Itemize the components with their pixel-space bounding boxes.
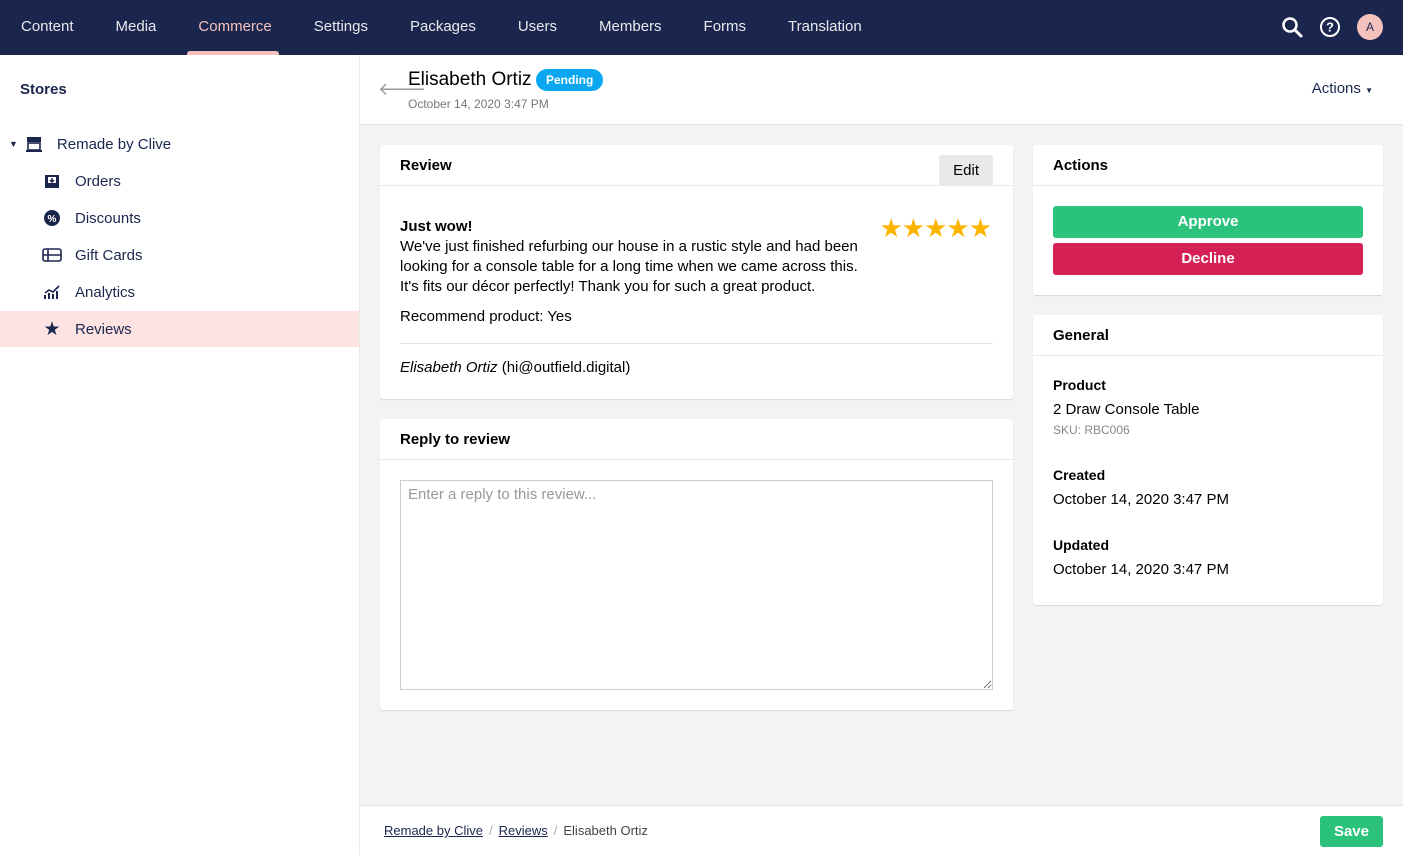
review-author: Elisabeth Ortiz — [400, 359, 498, 376]
recommend-text: Recommend product: Yes — [400, 308, 572, 325]
inbox-icon — [42, 173, 62, 189]
actions-card: Actions Approve Decline — [1033, 145, 1383, 295]
breadcrumb-store[interactable]: Remade by Clive — [384, 823, 483, 838]
nav-commerce[interactable]: Commerce — [177, 0, 292, 55]
reply-card: Reply to review — [380, 419, 1013, 710]
divider — [400, 343, 993, 344]
reply-textarea[interactable] — [400, 480, 993, 690]
nav-translation[interactable]: Translation — [767, 0, 883, 55]
page-header: 🡐 Elisabeth Ortiz Pending October 14, 20… — [360, 55, 1403, 125]
page-title: Elisabeth Ortiz — [408, 69, 532, 90]
sidebar-item-label: Discounts — [75, 209, 141, 227]
top-nav: Content Media Commerce Settings Packages… — [0, 0, 1403, 55]
nav-packages[interactable]: Packages — [389, 0, 497, 55]
review-card: Review Edit Just wow! We've just finishe… — [380, 145, 1013, 399]
decline-button[interactable]: Decline — [1053, 243, 1363, 275]
general-card: General Product 2 Draw Console Table SKU… — [1033, 315, 1383, 605]
nav-forms[interactable]: Forms — [683, 0, 768, 55]
sidebar-item-orders[interactable]: Orders — [0, 163, 359, 199]
sidebar-item-discounts[interactable]: % Discounts — [0, 200, 359, 236]
sidebar-title: Stores — [20, 81, 67, 98]
percent-badge-icon: % — [42, 209, 62, 227]
sidebar-item-label: Reviews — [75, 320, 132, 338]
sidebar-store[interactable]: ▼ Remade by Clive — [0, 126, 359, 162]
sidebar-item-label: Analytics — [75, 283, 136, 301]
general-heading: General — [1033, 315, 1383, 356]
footer: Remade by Clive / Reviews / Elisabeth Ortiz … — [360, 805, 1403, 855]
review-heading: Review — [380, 145, 1013, 186]
breadcrumb-current: Elisabeth Ortiz — [563, 823, 648, 838]
edit-button[interactable]: Edit — [939, 155, 993, 186]
sidebar-item-reviews[interactable]: ★ Reviews — [0, 311, 359, 347]
nav-media[interactable]: Media — [95, 0, 178, 55]
updated-label: Updated — [1053, 537, 1109, 553]
chart-icon — [42, 284, 62, 300]
review-email: (hi@outfield.digital) — [501, 359, 631, 376]
breadcrumb: Remade by Clive / Reviews / Elisabeth Ortiz — [384, 823, 648, 838]
page-date: October 14, 2020 3:47 PM — [408, 97, 549, 111]
updated-value: October 14, 2020 3:47 PM — [1053, 561, 1229, 578]
nav-content[interactable]: Content — [0, 0, 95, 55]
actions-heading: Actions — [1033, 145, 1383, 186]
review-body: We've just finished refurbing our house … — [400, 238, 858, 295]
breadcrumb-separator: / — [553, 823, 558, 838]
product-name: 2 Draw Console Table — [1053, 401, 1200, 418]
gift-card-icon — [42, 248, 62, 262]
breadcrumb-reviews[interactable]: Reviews — [499, 823, 548, 838]
caret-down-icon[interactable]: ▼ — [9, 139, 18, 149]
avatar[interactable]: A — [1357, 14, 1383, 40]
product-sku: SKU: RBC006 — [1053, 423, 1130, 437]
sidebar-item-label: Orders — [75, 172, 121, 190]
status-badge: Pending — [536, 69, 604, 91]
star-icon: ★ — [43, 318, 61, 340]
svg-text:%: % — [48, 214, 57, 225]
save-button[interactable]: Save — [1319, 816, 1383, 847]
sidebar-item-label: Gift Cards — [75, 246, 143, 264]
sidebar: Stores ▼ Remade by Clive Orders % Discoun… — [0, 55, 360, 855]
store-label: Remade by Clive — [56, 135, 172, 153]
sidebar-item-analytics[interactable]: Analytics — [0, 274, 359, 310]
star-rating: ★★★★★ — [879, 213, 992, 243]
nav-settings[interactable]: Settings — [293, 0, 389, 55]
created-label: Created — [1053, 467, 1106, 483]
created-value: October 14, 2020 3:47 PM — [1053, 491, 1229, 508]
breadcrumb-separator: / — [489, 823, 493, 838]
sidebar-item-gift-cards[interactable]: Gift Cards — [0, 237, 359, 273]
actions-dropdown[interactable]: Actions ▼ — [1312, 80, 1373, 97]
store-icon — [24, 136, 44, 152]
nav-users[interactable]: Users — [497, 0, 578, 55]
product-label: Product — [1053, 377, 1106, 393]
nav-members[interactable]: Members — [578, 0, 683, 55]
search-icon[interactable] — [1281, 16, 1303, 38]
actions-label: Actions — [1311, 80, 1361, 97]
help-icon[interactable]: ? — [1319, 16, 1341, 38]
review-title: Just wow! — [400, 218, 473, 235]
svg-text:?: ? — [1326, 20, 1334, 35]
approve-button[interactable]: Approve — [1053, 206, 1363, 238]
caret-down-icon: ▼ — [1365, 86, 1373, 95]
reply-heading: Reply to review — [380, 419, 1013, 460]
